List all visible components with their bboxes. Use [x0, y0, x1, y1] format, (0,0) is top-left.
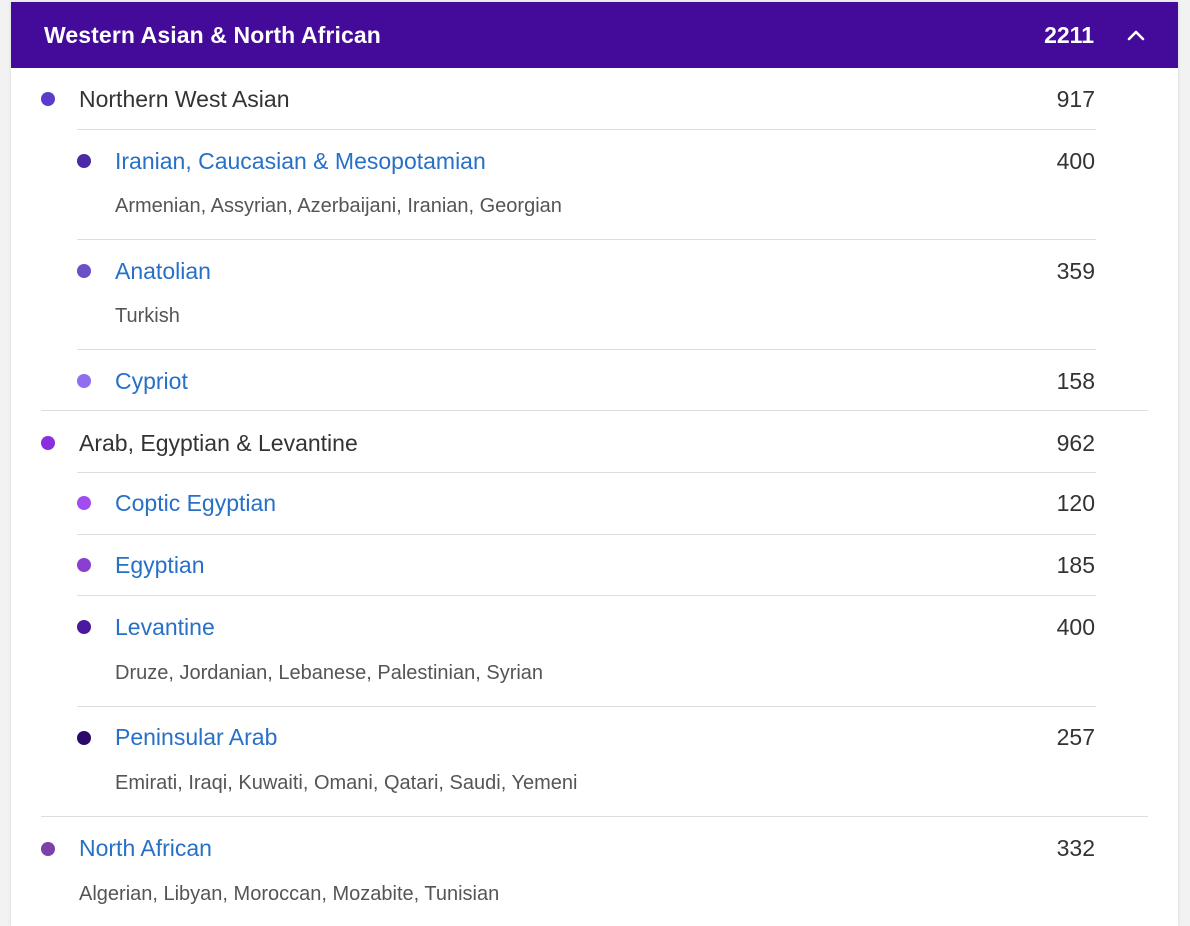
subgroup-row-coptic-egyptian: Coptic Egyptian 120: [11, 473, 1178, 534]
subgroup-populations: Druze, Jordanian, Lebanese, Palestinian,…: [115, 662, 544, 684]
group-row-northern-west-asian: Northern West Asian 917: [11, 68, 1178, 130]
color-dot: [77, 264, 91, 278]
color-dot: [41, 842, 55, 856]
group-row-north-african: North African 332 Algerian, Libyan, Moro…: [11, 817, 1178, 926]
subgroup-count: 257: [1056, 724, 1095, 750]
subgroup-populations: Emirati, Iraqi, Kuwaiti, Omani, Qatari, …: [115, 772, 578, 794]
group-count: 917: [1056, 86, 1095, 112]
color-dot: [77, 620, 91, 634]
subgroup-link[interactable]: Levantine: [115, 613, 215, 641]
group-count: 962: [1056, 430, 1095, 456]
subgroup-row-iranian-caucasian-mesopotamian: Iranian, Caucasian & Mesopotamian 400 Ar…: [11, 130, 1178, 240]
subgroup-row-peninsular-arab: Peninsular Arab 257 Emirati, Iraqi, Kuwa…: [11, 707, 1178, 817]
subgroup-populations: Turkish: [115, 305, 180, 327]
group-row-arab-egyptian-levantine: Arab, Egyptian & Levantine 962: [11, 411, 1178, 473]
color-dot: [41, 436, 55, 450]
subgroup-count: 359: [1056, 258, 1095, 284]
subgroup-count: 158: [1056, 368, 1095, 394]
group-name: Arab, Egyptian & Levantine: [79, 430, 358, 456]
group-name: Northern West Asian: [79, 86, 290, 112]
subgroup-count: 400: [1056, 614, 1095, 640]
subgroup-row-egyptian: Egyptian 185: [11, 535, 1178, 596]
region-header[interactable]: Western Asian & North African 2211: [11, 2, 1178, 68]
subgroup-count: 185: [1056, 552, 1095, 578]
region-title: Western Asian & North African: [44, 22, 381, 48]
group-link[interactable]: North African: [79, 834, 212, 862]
subgroup-populations: Armenian, Assyrian, Azerbaijani, Iranian…: [115, 195, 562, 217]
group-count: 332: [1056, 835, 1095, 861]
subgroup-count: 120: [1056, 490, 1095, 516]
subgroup-row-anatolian: Anatolian 359 Turkish: [11, 240, 1178, 350]
subgroup-row-cypriot: Cypriot 158: [11, 350, 1178, 410]
color-dot: [77, 374, 91, 388]
group-populations: Algerian, Libyan, Moroccan, Mozabite, Tu…: [79, 883, 500, 905]
color-dot: [77, 731, 91, 745]
color-dot: [77, 496, 91, 510]
subgroup-link[interactable]: Peninsular Arab: [115, 723, 277, 751]
chevron-up-icon[interactable]: [1122, 21, 1150, 49]
ancestry-region-panel: Western Asian & North African 2211 North…: [11, 2, 1178, 926]
subgroup-link[interactable]: Coptic Egyptian: [115, 489, 276, 517]
subgroup-count: 400: [1056, 148, 1095, 174]
subgroup-link[interactable]: Egyptian: [115, 551, 205, 579]
subgroup-row-levantine: Levantine 400 Druze, Jordanian, Lebanese…: [11, 596, 1178, 706]
color-dot: [41, 92, 55, 106]
region-count: 2211: [1044, 22, 1094, 48]
subgroup-link[interactable]: Anatolian: [115, 257, 211, 285]
color-dot: [77, 154, 91, 168]
subgroup-link[interactable]: Cypriot: [115, 367, 188, 395]
color-dot: [77, 558, 91, 572]
subgroup-link[interactable]: Iranian, Caucasian & Mesopotamian: [115, 147, 486, 175]
